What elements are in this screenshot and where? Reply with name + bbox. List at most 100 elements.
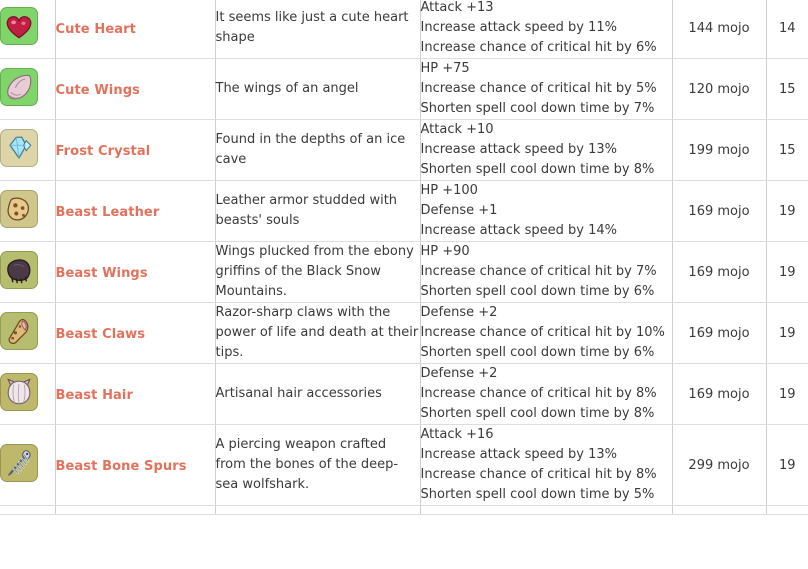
item-stat-line: Defense +1 bbox=[420, 203, 498, 218]
item-name-cell: Beast Bone Spurs bbox=[55, 424, 216, 506]
item-name-link[interactable]: Beast Claws bbox=[56, 327, 146, 342]
beast-leather-icon[interactable] bbox=[0, 190, 38, 228]
item-price-cell: 199 mojo bbox=[672, 119, 767, 181]
item-level-cell: 19 bbox=[766, 363, 808, 425]
item-price-cell: 169 mojo bbox=[672, 363, 767, 425]
item-description-text: Wings plucked from the ebony griffins of… bbox=[215, 244, 414, 299]
item-stat-line: Shorten spell cool down time by 6% bbox=[420, 345, 655, 360]
item-name-cell: Beast Hair bbox=[55, 363, 216, 425]
table-row[interactable]: Cute Wings The wings of an angel HP +75 Inc… bbox=[0, 58, 808, 120]
item-stat-line: Shorten spell cool down time by 7% bbox=[420, 101, 655, 116]
item-icon-cell bbox=[0, 119, 56, 181]
item-name-link[interactable]: Beast Leather bbox=[56, 205, 160, 220]
table-row[interactable]: Cute Heart It seems like just a cute hear… bbox=[0, 0, 808, 59]
item-stats-cell: Defense +2 Increase chance of critical hi… bbox=[420, 302, 673, 364]
cute-wings-icon[interactable] bbox=[0, 68, 38, 106]
item-description-text: A piercing weapon crafted from the bones… bbox=[215, 437, 399, 492]
item-stat-line: HP +90 bbox=[420, 244, 470, 259]
item-stat-line: Increase chance of critical hit by 10% bbox=[420, 325, 665, 340]
item-icon-cell bbox=[0, 0, 56, 59]
item-stats-cell: Defense +2 Increase chance of critical hi… bbox=[420, 363, 673, 425]
item-name-cell: Beast Leather bbox=[55, 180, 216, 242]
item-description-cell: The wings of an angel bbox=[215, 58, 421, 120]
item-stat-line: Shorten spell cool down time by 6% bbox=[420, 284, 655, 299]
item-icon-cell bbox=[0, 302, 56, 364]
item-stat-line: Attack +10 bbox=[420, 122, 494, 137]
table-row[interactable]: Frost Crystal Found in the depths of an i… bbox=[0, 119, 808, 181]
table-row[interactable]: Beast Hair Artisanal hair accessories Defe… bbox=[0, 363, 808, 425]
item-level-cell: 14 bbox=[766, 0, 808, 59]
item-name-link[interactable]: Beast Hair bbox=[56, 388, 134, 403]
item-stat-line: Increase attack speed by 13% bbox=[420, 142, 617, 157]
item-price-cell: 169 mojo bbox=[672, 241, 767, 303]
item-stat-line: HP +75 bbox=[420, 61, 470, 76]
item-stats-cell: HP +100 Defense +1 Increase attack speed b… bbox=[420, 180, 673, 242]
cute-heart-icon[interactable] bbox=[0, 7, 38, 45]
table-row[interactable]: Beast Wings Wings plucked from the ebony … bbox=[0, 241, 808, 303]
item-stat-line: Shorten spell cool down time by 8% bbox=[420, 406, 655, 421]
item-stats-cell: HP +75 Increase chance of critical hit by… bbox=[420, 58, 673, 120]
item-name-cell: Beast Claws bbox=[55, 302, 216, 364]
item-name-link[interactable]: Beast Bone Spurs bbox=[56, 459, 187, 474]
table-cell-partial bbox=[55, 505, 216, 515]
beast-wings-icon[interactable] bbox=[0, 251, 38, 289]
item-stat-line: Shorten spell cool down time by 8% bbox=[420, 162, 655, 177]
table-row[interactable]: Beast Bone Spurs A piercing weapon crafte… bbox=[0, 424, 808, 506]
item-description-text: It seems like just a cute heart shape bbox=[215, 10, 409, 45]
item-name-cell: Frost Crystal bbox=[55, 119, 216, 181]
beast-bone-spurs-icon[interactable] bbox=[0, 444, 38, 482]
item-stat-line: Increase chance of critical hit by 8% bbox=[420, 467, 657, 482]
item-stat-line: Increase chance of critical hit by 5% bbox=[420, 81, 657, 96]
table-row[interactable]: Beast Claws Razor-sharp claws with the po… bbox=[0, 302, 808, 364]
item-description-text: Found in the depths of an ice cave bbox=[215, 132, 406, 167]
table-cell-partial bbox=[420, 505, 673, 515]
item-description-cell: Wings plucked from the ebony griffins of… bbox=[215, 241, 421, 303]
item-stat-line: Attack +16 bbox=[420, 427, 494, 442]
item-description-cell: It seems like just a cute heart shape bbox=[215, 0, 421, 59]
item-level-cell: 15 bbox=[766, 119, 808, 181]
items-table-body: Cute Heart It seems like just a cute hear… bbox=[0, 0, 808, 515]
item-price-cell: 169 mojo bbox=[672, 302, 767, 364]
item-stat-line: Increase attack speed by 14% bbox=[420, 223, 617, 238]
item-stat-line: Defense +2 bbox=[420, 305, 498, 320]
item-name-link[interactable]: Cute Wings bbox=[56, 83, 140, 98]
item-icon-cell bbox=[0, 424, 56, 506]
item-description-text: The wings of an angel bbox=[215, 81, 359, 96]
item-stat-line: Defense +2 bbox=[420, 366, 498, 381]
item-price-cell: 120 mojo bbox=[672, 58, 767, 120]
item-stat-line: Shorten spell cool down time by 5% bbox=[420, 487, 655, 502]
table-cell-partial bbox=[766, 505, 808, 515]
item-description-text: Artisanal hair accessories bbox=[215, 386, 382, 401]
item-stats-cell: Attack +13 Increase attack speed by 11% In… bbox=[420, 0, 673, 59]
item-stats-cell: Attack +16 Increase attack speed by 13% In… bbox=[420, 424, 673, 506]
beast-claws-icon[interactable] bbox=[0, 312, 38, 350]
item-name-cell: Beast Wings bbox=[55, 241, 216, 303]
item-price-cell: 169 mojo bbox=[672, 180, 767, 242]
table-row-partial[interactable] bbox=[0, 505, 808, 515]
item-level-cell: 19 bbox=[766, 424, 808, 506]
item-description-text: Razor-sharp claws with the power of life… bbox=[215, 305, 419, 360]
item-description-cell: Leather armor studded with beasts' souls bbox=[215, 180, 421, 242]
beast-hair-icon[interactable] bbox=[0, 373, 38, 411]
item-description-cell: Razor-sharp claws with the power of life… bbox=[215, 302, 421, 364]
table-row[interactable]: Beast Leather Leather armor studded with … bbox=[0, 180, 808, 242]
item-price-cell: 299 mojo bbox=[672, 424, 767, 506]
item-name-link[interactable]: Frost Crystal bbox=[56, 144, 151, 159]
table-cell-partial bbox=[0, 505, 56, 515]
item-price-cell: 144 mojo bbox=[672, 0, 767, 59]
item-stat-line: Increase attack speed by 13% bbox=[420, 447, 617, 462]
item-stat-line: Attack +13 bbox=[420, 0, 494, 15]
item-level-cell: 19 bbox=[766, 241, 808, 303]
table-cell-partial bbox=[215, 505, 421, 515]
item-stat-line: Increase chance of critical hit by 6% bbox=[420, 40, 657, 55]
items-table: Cute Heart It seems like just a cute hear… bbox=[0, 0, 808, 515]
item-name-link[interactable]: Cute Heart bbox=[56, 22, 136, 37]
item-stats-cell: Attack +10 Increase attack speed by 13% Sh… bbox=[420, 119, 673, 181]
item-name-cell: Cute Wings bbox=[55, 58, 216, 120]
item-icon-cell bbox=[0, 180, 56, 242]
item-icon-cell bbox=[0, 363, 56, 425]
frost-crystal-icon[interactable] bbox=[0, 129, 38, 167]
item-description-cell: A piercing weapon crafted from the bones… bbox=[215, 424, 421, 506]
item-name-link[interactable]: Beast Wings bbox=[56, 266, 148, 281]
item-icon-cell bbox=[0, 241, 56, 303]
